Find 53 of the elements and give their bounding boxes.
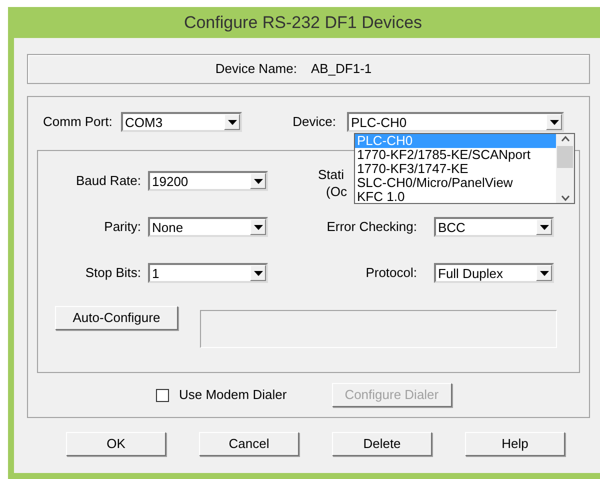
field-label: Baud Rate: bbox=[74, 172, 142, 190]
station-label: (Oc bbox=[325, 183, 347, 200]
field-label: Error Checking: bbox=[326, 218, 418, 236]
dropdown[interactable]: None bbox=[148, 217, 268, 237]
dropdown-value: BCC bbox=[437, 220, 466, 234]
caret-icon bbox=[254, 224, 262, 230]
device-name-label: Device Name: bbox=[215, 60, 297, 78]
dropdown[interactable]: PLC-CH0 bbox=[347, 112, 564, 132]
dropdown-button[interactable] bbox=[546, 114, 562, 130]
dropdown-button[interactable] bbox=[250, 219, 266, 235]
field-label: Parity: bbox=[103, 218, 142, 236]
caret-icon bbox=[550, 120, 558, 124]
caret-icon bbox=[254, 270, 262, 276]
field-label: Stop Bits: bbox=[84, 264, 142, 282]
dropdown[interactable]: BCC bbox=[434, 217, 554, 237]
dropdown-value: 19200 bbox=[151, 174, 190, 188]
auto-configure-button[interactable]: Auto-Configure bbox=[55, 306, 178, 330]
window-title: Configure RS-232 DF1 Devices bbox=[184, 12, 422, 34]
dropdown-button[interactable] bbox=[536, 265, 552, 281]
dropdown[interactable]: 1 bbox=[148, 263, 268, 283]
caret-icon bbox=[254, 178, 262, 184]
dropdown-button[interactable] bbox=[250, 265, 266, 281]
dropdown[interactable]: COM3 bbox=[121, 112, 242, 132]
dialog-button[interactable]: OK bbox=[66, 432, 166, 456]
dropdown-button[interactable] bbox=[536, 219, 552, 235]
dropdown[interactable]: Full Duplex bbox=[434, 263, 554, 283]
scroll-thumb[interactable] bbox=[557, 146, 573, 168]
dropdown-value: PLC-CH0 bbox=[350, 116, 408, 128]
device-label: Device: bbox=[292, 113, 337, 132]
dialog-button[interactable]: Cancel bbox=[199, 432, 299, 456]
device-name-value: AB_DF1-1 bbox=[310, 60, 372, 78]
dropdown-value: 1 bbox=[151, 266, 160, 280]
caret-icon bbox=[540, 224, 548, 230]
dropdown-button[interactable] bbox=[224, 114, 240, 130]
comm-port-label: Comm Port: bbox=[42, 113, 114, 132]
station-label: Stati bbox=[318, 166, 346, 183]
caret-icon bbox=[540, 270, 548, 276]
checkbox-label: Use Modem Dialer bbox=[179, 386, 287, 404]
checkbox[interactable] bbox=[156, 388, 169, 402]
field-label: Protocol: bbox=[364, 264, 418, 282]
dropdown-value: Full Duplex bbox=[437, 266, 504, 280]
dropdown[interactable]: 19200 bbox=[148, 171, 268, 191]
dropdown-value: COM3 bbox=[124, 116, 164, 128]
list-item[interactable]: SLC-CH0/Micro/PanelView bbox=[355, 176, 556, 190]
dropdown-value: None bbox=[151, 220, 184, 234]
dialog-button[interactable]: Help bbox=[465, 432, 565, 456]
dropdown-button[interactable] bbox=[250, 173, 266, 189]
list-item[interactable]: 1770-KF2/1785-KE/SCANport bbox=[355, 148, 556, 162]
list-item[interactable]: KFC 1.0 bbox=[355, 190, 556, 203]
scrollbar[interactable] bbox=[556, 134, 574, 203]
caret-icon bbox=[228, 120, 236, 124]
dialog-button[interactable]: Delete bbox=[332, 432, 432, 456]
list-item[interactable]: 1770-KF3/1747-KE bbox=[355, 162, 556, 176]
